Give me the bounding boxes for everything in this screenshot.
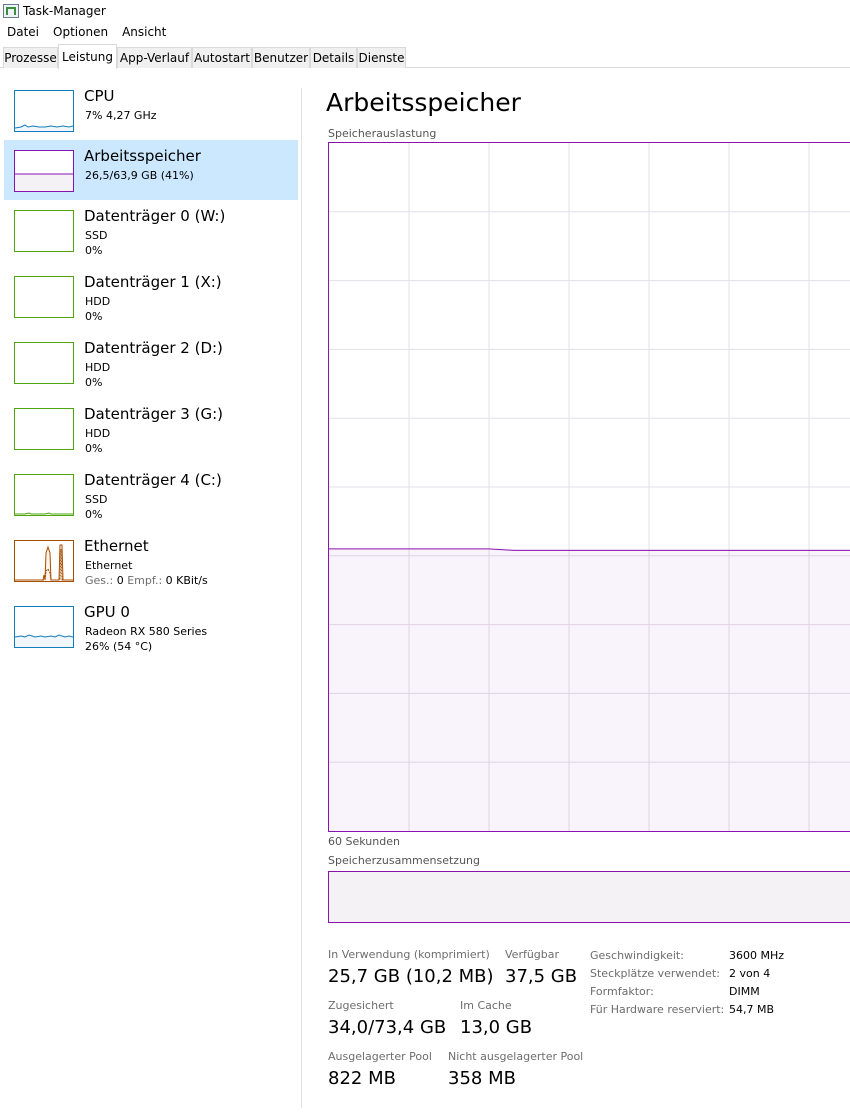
page-title: Arbeitsspeicher xyxy=(326,88,521,117)
resource-gpu[interactable]: GPU 0 Radeon RX 580 Series 26% (54 °C) xyxy=(4,596,298,656)
resource-value: 0% xyxy=(85,508,103,521)
resource-ethernet[interactable]: Ethernet Ethernet Ges.: 0 Empf.: 0 KBit/… xyxy=(4,530,298,590)
resource-disk-3[interactable]: Datenträger 3 (G:) HDD 0% xyxy=(4,398,298,458)
tab-bar: Prozesse Leistung App-Verlauf Autostart … xyxy=(0,44,850,69)
composition-label: Speicherzusammensetzung xyxy=(328,854,480,867)
gpu-thumbnail-graph xyxy=(14,606,74,648)
resource-value: 26,5/63,9 GB (41%) xyxy=(85,169,194,182)
resource-name: Arbeitsspeicher xyxy=(84,147,201,165)
nonpaged-pool-label: Nicht ausgelagerter Pool xyxy=(448,1050,584,1063)
resource-list: CPU 7% 4,27 GHz Arbeitsspeicher 26,5/63,… xyxy=(0,70,301,1110)
memory-thumbnail-graph xyxy=(14,150,74,192)
resource-throughput: Ges.: 0 Empf.: 0 KBit/s xyxy=(85,574,208,587)
resource-cpu[interactable]: CPU 7% 4,27 GHz xyxy=(4,80,298,140)
paged-pool-label: Ausgelagerter Pool xyxy=(328,1050,432,1063)
spec-reserved-value: 54,7 MB xyxy=(729,1003,775,1016)
resource-memory[interactable]: Arbeitsspeicher 26,5/63,9 GB (41%) xyxy=(4,140,298,200)
menu-optionen[interactable]: Optionen xyxy=(46,25,115,39)
title-bar: Task-Manager xyxy=(0,0,850,22)
cached-value: 13,0 GB xyxy=(460,1017,533,1038)
resource-disk-4[interactable]: Datenträger 4 (C:) SSD 0% xyxy=(4,464,298,524)
memory-composition-bar xyxy=(328,871,850,923)
spec-form-value: DIMM xyxy=(729,985,760,998)
window-title: Task-Manager xyxy=(23,4,106,18)
resource-disk-1[interactable]: Datenträger 1 (X:) HDD 0% xyxy=(4,266,298,326)
tab-details[interactable]: Details xyxy=(310,47,357,68)
resource-name: Datenträger 4 (C:) xyxy=(84,471,222,489)
resource-type: SSD xyxy=(85,229,108,242)
memory-usage-fill xyxy=(329,548,850,831)
in-use-value: 25,7 GB (10,2 MB) xyxy=(328,966,494,987)
send-value: 0 xyxy=(116,574,124,587)
resource-type: HDD xyxy=(85,427,111,440)
resource-value: 0% xyxy=(85,442,103,455)
spec-speed-value: 3600 MHz xyxy=(729,949,785,962)
resource-value: 7% 4,27 GHz xyxy=(85,109,157,122)
cpu-thumbnail-graph xyxy=(14,90,74,132)
resource-name: Datenträger 0 (W:) xyxy=(84,207,226,225)
spec-slots-value: 2 von 4 xyxy=(729,967,771,980)
resource-value: 0% xyxy=(85,376,103,389)
recv-label: Empf.: xyxy=(127,574,163,587)
resource-name: Ethernet xyxy=(84,537,149,555)
spec-reserved-label: Für Hardware reserviert: xyxy=(590,1003,725,1016)
time-axis-label: 60 Sekunden xyxy=(328,835,400,848)
resource-name: GPU 0 xyxy=(84,603,130,621)
available-label: Verfügbar xyxy=(505,948,560,961)
resource-value: 0% xyxy=(85,244,103,257)
send-label: Ges.: xyxy=(85,574,114,587)
resource-value: 26% (54 °C) xyxy=(85,640,153,653)
cached-label: Im Cache xyxy=(460,999,512,1012)
committed-value: 34,0/73,4 GB xyxy=(328,1017,447,1038)
tab-dienste[interactable]: Dienste xyxy=(357,47,406,68)
resource-name: Datenträger 1 (X:) xyxy=(84,273,222,291)
available-value: 37,5 GB xyxy=(505,966,578,987)
disk-thumbnail-graph xyxy=(14,342,74,384)
panel-divider[interactable] xyxy=(301,88,302,1108)
ethernet-thumbnail-graph xyxy=(14,540,74,582)
resource-disk-0[interactable]: Datenträger 0 (W:) SSD 0% xyxy=(4,200,298,260)
resource-adapter: Ethernet xyxy=(85,559,133,572)
resource-name: Datenträger 2 (D:) xyxy=(84,339,223,357)
committed-label: Zugesichert xyxy=(328,999,394,1012)
disk-thumbnail-graph xyxy=(14,276,74,318)
resource-disk-2[interactable]: Datenträger 2 (D:) HDD 0% xyxy=(4,332,298,392)
spec-form-label: Formfaktor: xyxy=(590,985,654,998)
memory-usage-graph xyxy=(328,142,850,832)
menu-bar: Datei Optionen Ansicht xyxy=(0,22,850,42)
resource-type: HDD xyxy=(85,361,111,374)
in-use-label: In Verwendung (komprimiert) xyxy=(328,948,490,961)
paged-pool-value: 822 MB xyxy=(328,1068,396,1089)
disk-thumbnail-graph xyxy=(14,408,74,450)
recv-value: 0 KBit/s xyxy=(165,574,208,587)
resource-name: CPU xyxy=(84,87,115,105)
task-manager-icon xyxy=(3,4,19,18)
spec-speed-label: Geschwindigkeit: xyxy=(590,949,684,962)
graph-label: Speicherauslastung xyxy=(328,127,437,140)
tab-leistung[interactable]: Leistung xyxy=(58,44,117,69)
resource-model: Radeon RX 580 Series xyxy=(85,625,208,638)
resource-name: Datenträger 3 (G:) xyxy=(84,405,223,423)
nonpaged-pool-value: 358 MB xyxy=(448,1068,516,1089)
menu-ansicht[interactable]: Ansicht xyxy=(115,25,173,39)
tab-autostart[interactable]: Autostart xyxy=(192,47,252,68)
resource-value: 0% xyxy=(85,310,103,323)
resource-type: HDD xyxy=(85,295,111,308)
resource-type: SSD xyxy=(85,493,108,506)
disk-thumbnail-graph xyxy=(14,474,74,516)
tab-prozesse[interactable]: Prozesse xyxy=(3,47,58,68)
disk-thumbnail-graph xyxy=(14,210,74,252)
tab-benutzer[interactable]: Benutzer xyxy=(252,47,310,68)
menu-datei[interactable]: Datei xyxy=(0,25,46,39)
tab-app-verlauf[interactable]: App-Verlauf xyxy=(117,47,192,68)
spec-slots-label: Steckplätze verwendet: xyxy=(590,967,720,980)
